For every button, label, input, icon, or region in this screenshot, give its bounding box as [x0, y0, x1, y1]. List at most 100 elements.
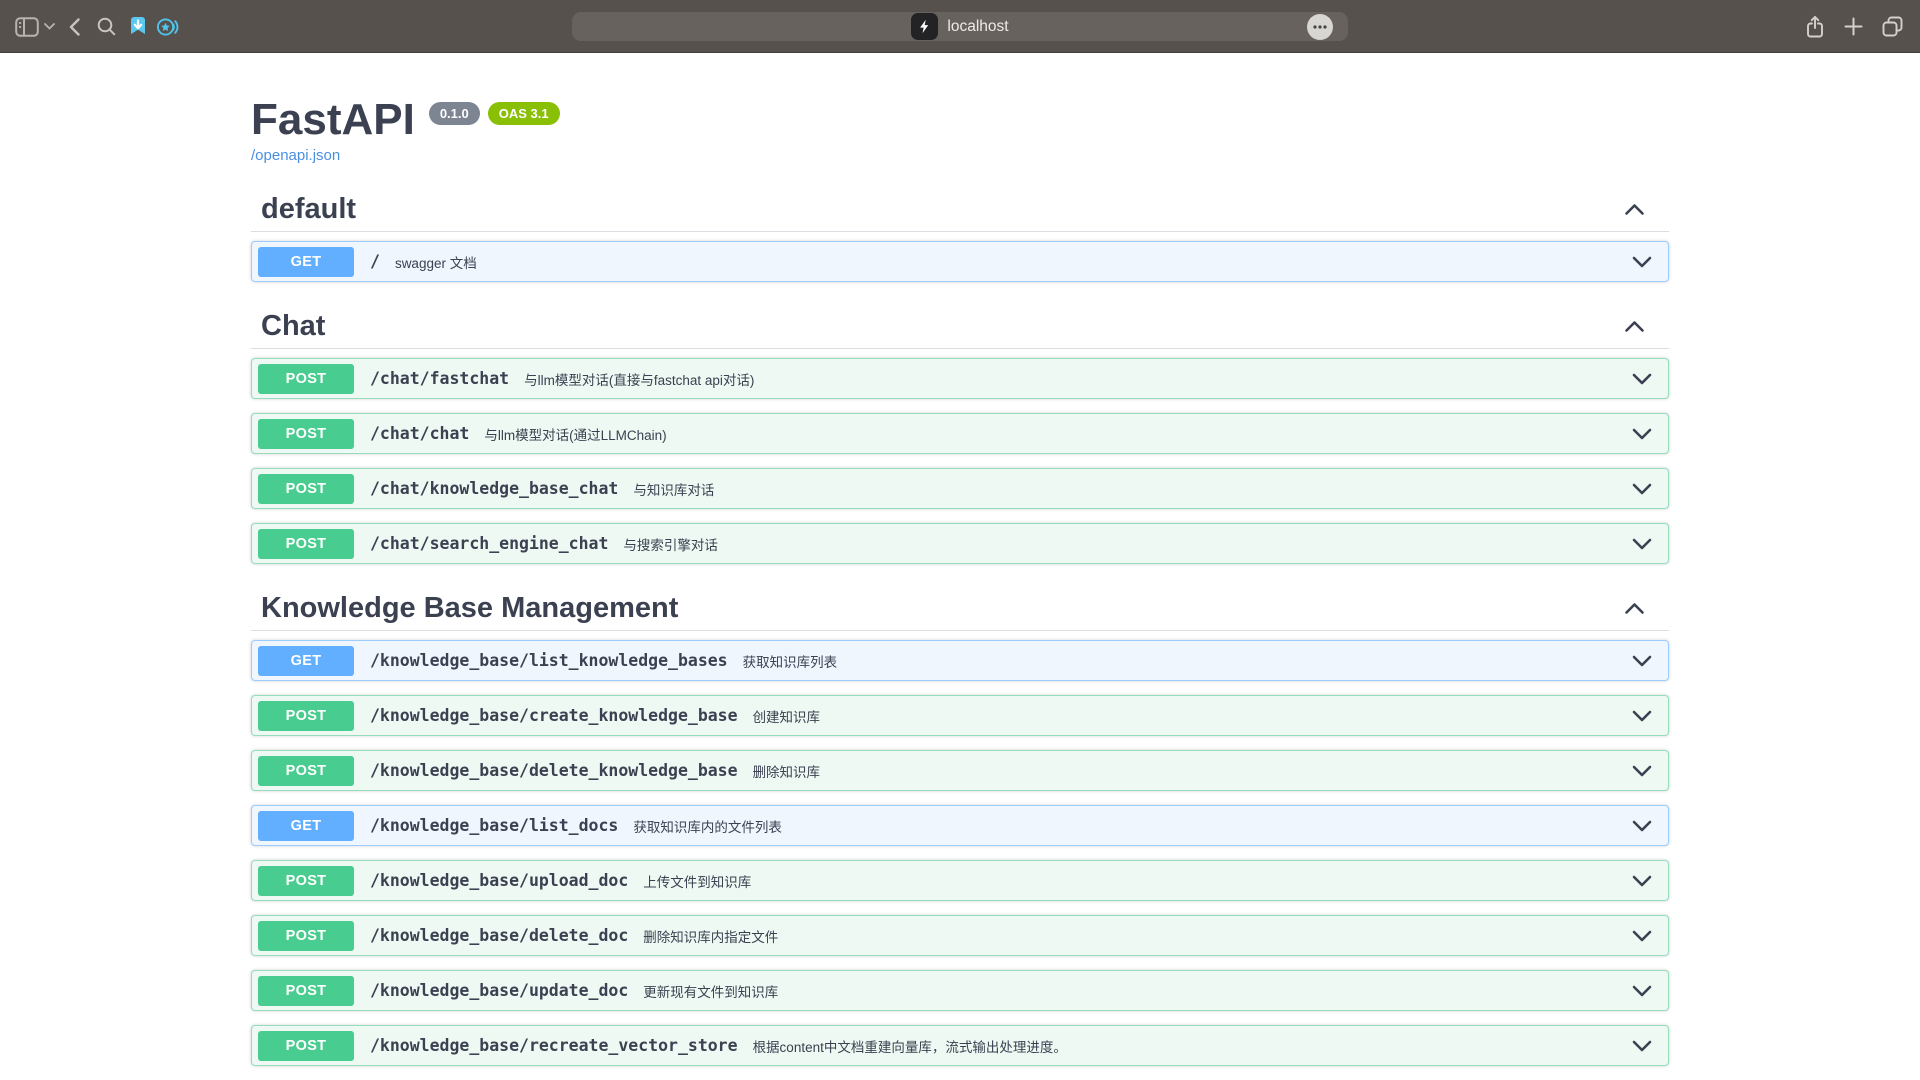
api-title-text: FastAPI	[251, 97, 415, 143]
method-badge: POST	[258, 921, 354, 951]
url-text: localhost	[947, 18, 1008, 36]
endpoint-row[interactable]: GET /knowledge_base/list_docs 获取知识库内的文件列…	[251, 805, 1669, 846]
method-badge: POST	[258, 529, 354, 559]
url-bar[interactable]: localhost	[572, 12, 1348, 41]
page-title: FastAPI 0.1.0 OAS 3.1	[251, 97, 1669, 143]
endpoint-path: /	[370, 252, 380, 271]
expand-endpoint-icon	[1632, 538, 1652, 550]
endpoint-row[interactable]: POST /knowledge_base/create_knowledge_ba…	[251, 695, 1669, 736]
expand-endpoint-icon	[1632, 483, 1652, 495]
collapse-section-icon	[1624, 203, 1645, 216]
endpoint-row[interactable]: POST /chat/search_engine_chat 与搜索引擎对话	[251, 523, 1669, 564]
endpoint-row[interactable]: POST /chat/knowledge_base_chat 与知识库对话	[251, 468, 1669, 509]
endpoint-summary: 与llm模型对话(通过LLMChain)	[484, 424, 666, 444]
section-header[interactable]: default	[251, 192, 1669, 232]
endpoint-summary: 创建知识库	[753, 706, 821, 726]
api-info: FastAPI 0.1.0 OAS 3.1 /openapi.json	[251, 97, 1669, 165]
endpoint-path: /knowledge_base/list_knowledge_bases	[370, 651, 728, 670]
endpoint-rows: GET /knowledge_base/list_knowledge_bases…	[251, 640, 1669, 1066]
endpoint-path: /knowledge_base/create_knowledge_base	[370, 706, 738, 725]
endpoint-summary: 上传文件到知识库	[643, 871, 751, 891]
method-badge: GET	[258, 811, 354, 841]
endpoint-path: /knowledge_base/delete_doc	[370, 926, 628, 945]
expand-endpoint-icon	[1632, 710, 1652, 722]
expand-endpoint-icon	[1632, 820, 1652, 832]
section-header[interactable]: Knowledge Base Management	[251, 591, 1669, 631]
endpoint-row[interactable]: POST /knowledge_base/delete_doc 删除知识库内指定…	[251, 915, 1669, 956]
sidebar-icon[interactable]	[14, 0, 40, 53]
version-badge: 0.1.0	[429, 102, 480, 125]
method-badge: POST	[258, 1031, 354, 1061]
expand-endpoint-icon	[1632, 765, 1652, 777]
expand-endpoint-icon	[1632, 875, 1652, 887]
method-badge: POST	[258, 364, 354, 394]
sidebar-chevron-icon[interactable]	[42, 0, 56, 53]
endpoint-row[interactable]: POST /knowledge_base/delete_knowledge_ba…	[251, 750, 1669, 791]
collapse-section-icon	[1624, 602, 1645, 615]
tab-overview-icon[interactable]	[1879, 0, 1905, 53]
api-section: Chat POST /chat/fastchat 与llm模型对话(直接与fas…	[251, 309, 1669, 564]
endpoint-summary: 删除知识库内指定文件	[643, 926, 778, 946]
section-title: Knowledge Base Management	[261, 591, 678, 625]
endpoint-summary: 获取知识库内的文件列表	[633, 816, 782, 836]
method-badge: POST	[258, 976, 354, 1006]
expand-endpoint-icon	[1632, 930, 1652, 942]
endpoint-rows: GET / swagger 文档	[251, 241, 1669, 282]
site-favicon-lightning	[911, 13, 938, 40]
endpoint-path: /chat/search_engine_chat	[370, 534, 608, 553]
api-section: default GET / swagger 文档	[251, 192, 1669, 282]
endpoint-summary: 与搜索引擎对话	[623, 534, 718, 554]
endpoint-summary: 与知识库对话	[633, 479, 714, 499]
sections-container: default GET / swagger 文档 Chat POST /chat…	[251, 192, 1669, 1066]
endpoint-row[interactable]: POST /knowledge_base/recreate_vector_sto…	[251, 1025, 1669, 1066]
expand-endpoint-icon	[1632, 1040, 1652, 1052]
section-title: default	[261, 192, 356, 226]
endpoint-summary: 删除知识库	[753, 761, 821, 781]
endpoint-summary: swagger 文档	[395, 252, 477, 272]
back-icon[interactable]	[64, 0, 84, 53]
endpoint-summary: 与llm模型对话(直接与fastchat api对话)	[524, 369, 754, 389]
endpoint-summary: 更新现有文件到知识库	[643, 981, 778, 1001]
expand-endpoint-icon	[1632, 256, 1652, 268]
expand-endpoint-icon	[1632, 428, 1652, 440]
extension-bookmark-arrow-icon[interactable]	[127, 0, 149, 53]
endpoint-rows: POST /chat/fastchat 与llm模型对话(直接与fastchat…	[251, 358, 1669, 564]
expand-endpoint-icon	[1632, 985, 1652, 997]
endpoint-path: /knowledge_base/delete_knowledge_base	[370, 761, 738, 780]
endpoint-path: /knowledge_base/upload_doc	[370, 871, 628, 890]
method-badge: POST	[258, 701, 354, 731]
endpoint-path: /knowledge_base/update_doc	[370, 981, 628, 1000]
endpoint-path: /chat/chat	[370, 424, 469, 443]
endpoint-summary: 根据content中文档重建向量库，流式输出处理进度。	[753, 1036, 1067, 1056]
api-section: Knowledge Base Management GET /knowledge…	[251, 591, 1669, 1066]
expand-endpoint-icon	[1632, 373, 1652, 385]
endpoint-row[interactable]: POST /chat/chat 与llm模型对话(通过LLMChain)	[251, 413, 1669, 454]
search-icon[interactable]	[96, 0, 116, 53]
section-title: Chat	[261, 309, 325, 343]
swagger-page: FastAPI 0.1.0 OAS 3.1 /openapi.json defa…	[0, 53, 1920, 1080]
method-badge: POST	[258, 756, 354, 786]
endpoint-path: /chat/knowledge_base_chat	[370, 479, 618, 498]
endpoint-path: /chat/fastchat	[370, 369, 509, 388]
collapse-section-icon	[1624, 320, 1645, 333]
section-header[interactable]: Chat	[251, 309, 1669, 349]
share-icon[interactable]	[1803, 0, 1827, 53]
method-badge: POST	[258, 474, 354, 504]
endpoint-path: /knowledge_base/recreate_vector_store	[370, 1036, 738, 1055]
endpoint-row[interactable]: GET /knowledge_base/list_knowledge_bases…	[251, 640, 1669, 681]
expand-endpoint-icon	[1632, 655, 1652, 667]
extension-star-broadcast-icon[interactable]	[156, 0, 180, 53]
endpoint-row[interactable]: GET / swagger 文档	[251, 241, 1669, 282]
method-badge: GET	[258, 646, 354, 676]
method-badge: POST	[258, 866, 354, 896]
endpoint-row[interactable]: POST /knowledge_base/update_doc 更新现有文件到知…	[251, 970, 1669, 1011]
method-badge: POST	[258, 419, 354, 449]
endpoint-summary: 获取知识库列表	[743, 651, 838, 671]
openapi-spec-link[interactable]: /openapi.json	[251, 147, 340, 165]
more-ellipsis-icon[interactable]	[1307, 14, 1333, 40]
endpoint-row[interactable]: POST /knowledge_base/upload_doc 上传文件到知识库	[251, 860, 1669, 901]
method-badge: GET	[258, 247, 354, 277]
endpoint-row[interactable]: POST /chat/fastchat 与llm模型对话(直接与fastchat…	[251, 358, 1669, 399]
new-tab-icon[interactable]	[1842, 0, 1864, 53]
oas-badge: OAS 3.1	[488, 102, 560, 125]
